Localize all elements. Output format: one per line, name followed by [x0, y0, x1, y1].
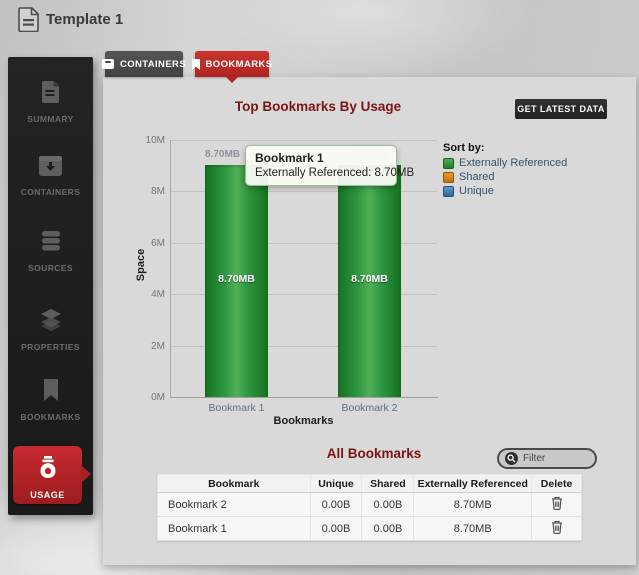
tab-bookmarks[interactable]: BOOKMARKS	[195, 51, 269, 77]
usage-weight-icon	[13, 455, 82, 486]
sidebar-item-summary[interactable]: SUMMARY	[8, 81, 93, 124]
col-header-bookmark: Bookmark	[158, 475, 311, 493]
tab-label: CONTAINERS	[120, 59, 186, 70]
y-tick-label: 0M	[121, 392, 165, 403]
table-row: Bookmark 1 0.00B 0.00B 8.70MB	[158, 517, 582, 541]
template-document-icon	[18, 7, 39, 37]
y-tick-label: 2M	[121, 341, 165, 352]
cell-bookmark-name: Bookmark 2	[158, 493, 311, 517]
chart-legend: Sort by: Externally Referenced Shared Un…	[443, 142, 567, 199]
table-title: All Bookmarks	[274, 446, 474, 461]
sidebar-item-sources[interactable]: SOURCES	[8, 231, 93, 273]
col-header-delete: Delete	[532, 475, 582, 493]
containers-box-icon	[8, 156, 93, 181]
legend-item-unique[interactable]: Unique	[443, 185, 567, 197]
bar-value-label: 8.70MB	[338, 273, 401, 285]
y-tick-label: 4M	[121, 289, 165, 300]
cell-shared: 0.00B	[362, 517, 414, 541]
x-category-label: Bookmark 1	[205, 402, 268, 414]
app-window: Template 1 SUMMARY CONTAINERS SOURCES PR…	[0, 0, 639, 575]
x-category-label: Bookmark 2	[338, 402, 401, 414]
legend-item-shared[interactable]: Shared	[443, 171, 567, 183]
legend-title: Sort by:	[443, 142, 567, 154]
sidebar-item-bookmarks[interactable]: BOOKMARKS	[8, 379, 93, 422]
page-title: Template 1	[46, 11, 123, 28]
sidebar-item-label: BOOKMARKS	[8, 412, 93, 422]
x-axis-title: Bookmarks	[170, 415, 437, 427]
tab-label: BOOKMARKS	[206, 59, 273, 70]
legend-swatch-green	[443, 158, 454, 169]
bar-value-label: 8.70MB	[205, 273, 268, 285]
sources-database-icon	[8, 231, 93, 257]
tooltip-text: Externally Referenced: 8.70MB	[255, 167, 387, 179]
chart-tooltip: Bookmark 1 Externally Referenced: 8.70MB	[245, 145, 397, 186]
legend-label: Unique	[459, 185, 494, 197]
filter-field	[497, 448, 597, 469]
tab-bookmarks-icon	[192, 59, 200, 70]
sidebar-item-usage[interactable]: USAGE	[13, 446, 82, 504]
cell-bookmark-name: Bookmark 1	[158, 517, 311, 541]
table-row: Bookmark 2 0.00B 0.00B 8.70MB	[158, 493, 582, 517]
sidebar-item-label: USAGE	[13, 490, 82, 500]
usage-panel: Top Bookmarks By Usage GET LATEST DATA S…	[103, 77, 636, 565]
bookmarks-ribbon-icon	[8, 379, 93, 406]
cell-externally-referenced: 8.70MB	[414, 493, 532, 517]
gridline	[170, 140, 437, 141]
tab-containers[interactable]: CONTAINERS	[105, 51, 183, 77]
delete-bookmark-button[interactable]	[551, 496, 563, 510]
x-axis-line	[170, 397, 438, 398]
cell-delete	[532, 517, 582, 541]
cell-shared: 0.00B	[362, 493, 414, 517]
col-header-externally-referenced: Externally Referenced	[414, 475, 532, 493]
sidebar: SUMMARY CONTAINERS SOURCES PROPERTIES BO…	[8, 57, 93, 515]
sidebar-item-label: CONTAINERS	[8, 187, 93, 197]
tab-containers-icon	[102, 59, 114, 69]
filter-input[interactable]	[523, 453, 589, 464]
sidebar-item-containers[interactable]: CONTAINERS	[8, 156, 93, 197]
y-tick-label: 10M	[121, 135, 165, 146]
cell-unique: 0.00B	[310, 493, 362, 517]
sidebar-item-properties[interactable]: PROPERTIES	[8, 309, 93, 352]
delete-bookmark-button[interactable]	[551, 520, 563, 534]
y-tick-label: 8M	[121, 186, 165, 197]
active-tab-notch	[226, 77, 238, 83]
sidebar-item-label: PROPERTIES	[8, 342, 93, 352]
legend-swatch-orange	[443, 172, 454, 183]
sidebar-item-label: SOURCES	[8, 263, 93, 273]
y-axis-line	[170, 140, 171, 398]
tooltip-title: Bookmark 1	[255, 151, 387, 165]
table-header-row: Bookmark Unique Shared Externally Refere…	[158, 475, 582, 493]
y-tick-label: 6M	[121, 238, 165, 249]
properties-layers-icon	[8, 309, 93, 336]
legend-label: Shared	[459, 171, 494, 183]
search-icon	[505, 452, 518, 465]
col-header-shared: Shared	[362, 475, 414, 493]
cell-unique: 0.00B	[310, 517, 362, 541]
legend-swatch-blue	[443, 186, 454, 197]
legend-label: Externally Referenced	[459, 157, 567, 169]
legend-item-externally-referenced[interactable]: Externally Referenced	[443, 157, 567, 169]
sidebar-item-label: SUMMARY	[8, 114, 93, 124]
usage-active-arrow	[81, 465, 91, 483]
col-header-unique: Unique	[310, 475, 362, 493]
cell-delete	[532, 493, 582, 517]
chart-title: Top Bookmarks By Usage	[168, 99, 468, 114]
get-latest-data-button[interactable]: GET LATEST DATA	[515, 99, 607, 119]
cell-externally-referenced: 8.70MB	[414, 517, 532, 541]
bookmarks-table: Bookmark Unique Shared Externally Refere…	[157, 474, 582, 541]
summary-document-icon	[8, 81, 93, 108]
